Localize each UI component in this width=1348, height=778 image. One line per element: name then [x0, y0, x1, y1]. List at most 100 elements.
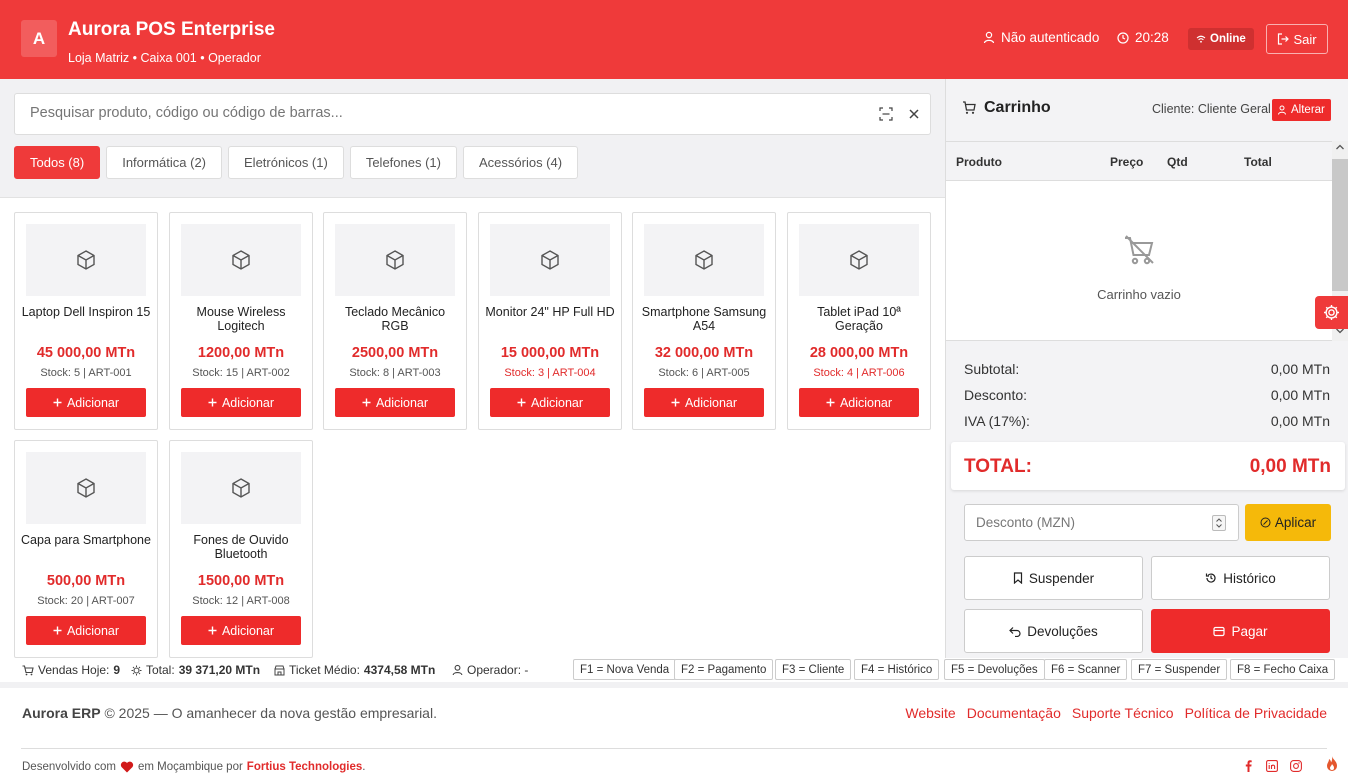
apply-discount-button[interactable]: Aplicar [1245, 504, 1331, 541]
returns-button[interactable]: Devoluções [964, 609, 1143, 653]
plus-icon [826, 398, 835, 407]
product-name: Smartphone Samsung A54 [641, 305, 767, 333]
empty-cart-icon [1122, 233, 1156, 267]
product-stock: Stock: 4 | ART-006 [813, 367, 905, 379]
shortcut-f1[interactable]: F1 = Nova Venda [573, 659, 677, 680]
status-bar: Vendas Hoje: 9 Total: 39 371,20 MTn Ticket… [0, 658, 1348, 682]
add-to-cart-button[interactable]: Adicionar [490, 388, 610, 417]
product-price: 15 000,00 MTn [500, 345, 600, 361]
barcode-scan-icon[interactable] [879, 107, 893, 121]
footer-link-docs[interactable]: Documentação [967, 705, 1061, 721]
product-card[interactable]: Capa para Smartphone 500,00 MTn Stock: 20 … [14, 440, 158, 658]
shortcut-f7[interactable]: F7 = Suspender [1131, 659, 1228, 680]
instagram-icon[interactable] [1290, 760, 1302, 772]
footer-links: Website Documentação Suporte Técnico Pol… [905, 705, 1327, 721]
package-icon [539, 249, 561, 271]
product-image [181, 452, 301, 524]
chevron-up-icon[interactable] [1335, 143, 1345, 151]
product-card[interactable]: Fones de Ouvido Bluetooth 1500,00 MTn Stoc… [169, 440, 313, 658]
logout-icon [1278, 33, 1290, 45]
product-image [26, 452, 146, 524]
history-button[interactable]: Histórico [1151, 556, 1330, 600]
product-card[interactable]: Laptop Dell Inspiron 15 45 000,00 MTn Stoc… [14, 212, 158, 430]
pay-button[interactable]: Pagar [1151, 609, 1330, 653]
plus-icon [208, 626, 217, 635]
product-name: Mouse Wireless Logitech [196, 305, 286, 333]
product-card[interactable]: Smartphone Samsung A54 32 000,00 MTn Stock… [632, 212, 776, 430]
package-icon [230, 249, 252, 271]
auth-status: Não autenticado [983, 30, 1099, 45]
shortcut-f8[interactable]: F8 = Fecho Caixa [1230, 659, 1336, 680]
tab-telefones[interactable]: Telefones (1) [349, 146, 457, 179]
store-icon [274, 665, 285, 675]
footer-link-support[interactable]: Suporte Técnico [1072, 705, 1174, 721]
plus-icon [362, 398, 371, 407]
add-to-cart-button[interactable]: Adicionar [799, 388, 919, 417]
shortcut-f5[interactable]: F5 = Devoluções [944, 659, 1045, 680]
scroll-thumb[interactable] [1332, 159, 1348, 291]
facebook-icon[interactable] [1243, 760, 1254, 772]
product-price: 28 000,00 MTn [809, 345, 909, 361]
cart-icon [963, 101, 976, 114]
product-stock: Stock: 12 | ART-008 [192, 595, 290, 607]
add-to-cart-button[interactable]: Adicionar [26, 388, 146, 417]
product-card[interactable]: Monitor 24" HP Full HD 15 000,00 MTn Stock… [478, 212, 622, 430]
discount-row: Desconto: 0,00 MTn [964, 387, 1330, 403]
package-icon [848, 249, 870, 271]
product-price: 2500,00 MTn [351, 345, 439, 361]
total-box: TOTAL: 0,00 MTn [951, 442, 1345, 490]
discount-stepper[interactable] [1212, 515, 1226, 531]
product-name: Fones de Ouvido Bluetooth [193, 533, 289, 561]
total-label: TOTAL: [964, 456, 1032, 477]
product-stock: Stock: 3 | ART-004 [504, 367, 596, 379]
discount-input[interactable]: Desconto (MZN) [964, 504, 1239, 541]
logout-button[interactable]: Sair [1266, 24, 1328, 54]
change-client-button[interactable]: Alterar [1272, 99, 1331, 121]
add-to-cart-button[interactable]: Adicionar [26, 616, 146, 645]
footer-brand: Aurora ERP © 2025 — O amanhecer da nova … [22, 705, 437, 721]
tab-eletronicos[interactable]: Eletrónicos (1) [228, 146, 344, 179]
product-price: 32 000,00 MTn [654, 345, 754, 361]
shortcut-f3[interactable]: F3 = Cliente [775, 659, 852, 680]
user-edit-icon [1278, 105, 1286, 115]
tab-todos[interactable]: Todos (8) [14, 146, 101, 179]
tab-acessorios[interactable]: Acessórios (4) [462, 146, 579, 179]
settings-button[interactable] [1315, 296, 1348, 329]
app-logo: A [21, 20, 57, 57]
cart-table-header: Produto Preço Qtd Total [946, 141, 1332, 181]
column-header: Preço [1110, 155, 1144, 169]
category-tabs: Todos (8) Informática (2) Eletrónicos (1… [14, 146, 579, 179]
add-to-cart-button[interactable]: Adicionar [644, 388, 764, 417]
search-input[interactable] [30, 105, 810, 121]
plus-icon [517, 398, 526, 407]
shortcut-f4[interactable]: F4 = Histórico [854, 659, 940, 680]
shortcut-f6[interactable]: F6 = Scanner [1044, 659, 1128, 680]
sales-today: Vendas Hoje: 9 [22, 663, 120, 677]
shortcut-f2[interactable]: F2 = Pagamento [674, 659, 774, 680]
product-card[interactable]: Tablet iPad 10ª Geração 28 000,00 MTn Stoc… [787, 212, 931, 430]
flame-icon[interactable] [1316, 750, 1348, 778]
product-name: Teclado Mecânico RGB [344, 305, 446, 333]
client-label: Cliente: Cliente Geral [1152, 102, 1271, 116]
product-card[interactable]: Teclado Mecânico RGB 2500,00 MTn Stock: 8 … [323, 212, 467, 430]
product-name: Laptop Dell Inspiron 15 [21, 305, 151, 319]
linkedin-icon[interactable] [1266, 760, 1278, 772]
product-stock: Stock: 15 | ART-002 [192, 367, 290, 379]
column-header: Qtd [1167, 155, 1188, 169]
footer-link-website[interactable]: Website [905, 705, 955, 721]
add-to-cart-button[interactable]: Adicionar [335, 388, 455, 417]
money-icon [131, 665, 142, 675]
product-name: Tablet iPad 10ª Geração [817, 305, 901, 333]
app-subtitle: Loja Matriz • Caixa 001 • Operador [68, 51, 261, 65]
add-to-cart-button[interactable]: Adicionar [181, 616, 301, 645]
clock-icon [1117, 31, 1129, 44]
suspend-button[interactable]: Suspender [964, 556, 1143, 600]
tab-informatica[interactable]: Informática (2) [106, 146, 223, 179]
footer-link-privacy[interactable]: Política de Privacidade [1185, 705, 1327, 721]
product-card[interactable]: Mouse Wireless Logitech 1200,00 MTn Stock:… [169, 212, 313, 430]
user-icon [452, 664, 463, 676]
heart-icon [120, 761, 134, 773]
close-icon[interactable] [907, 107, 921, 121]
product-stock: Stock: 8 | ART-003 [349, 367, 441, 379]
add-to-cart-button[interactable]: Adicionar [181, 388, 301, 417]
